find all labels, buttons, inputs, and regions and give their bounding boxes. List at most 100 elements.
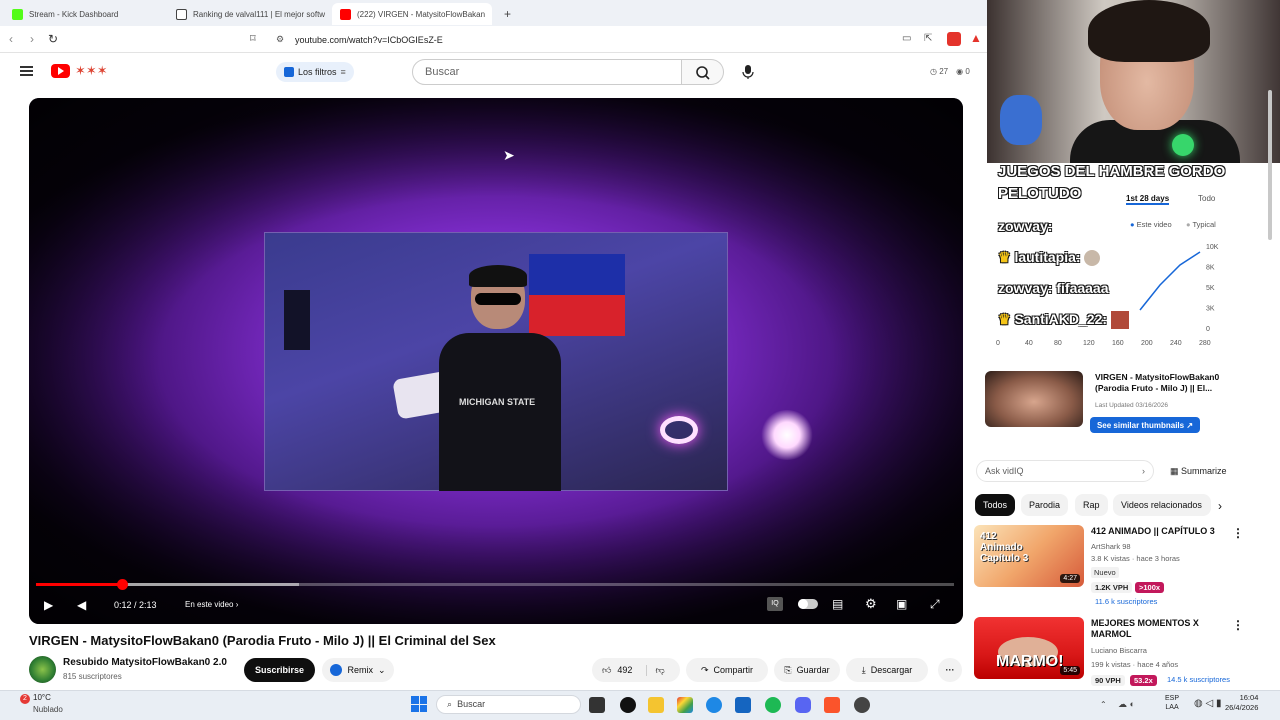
remix-button[interactable]: Remix ⌄ [322,658,394,682]
forward-icon[interactable]: › [30,32,34,46]
tray-chevron-icon[interactable]: ⌃ [1100,700,1107,709]
search-input[interactable]: Buscar [412,59,682,85]
ask-vidiq-input[interactable]: Ask vidIQ › [976,460,1154,482]
chat-user: lautitapia: [1014,249,1081,265]
mouse-cursor-icon: ➤ [503,147,515,163]
range-tab-28days[interactable]: 1st 28 days [1126,194,1170,205]
discord-icon[interactable] [795,697,811,713]
voice-search-icon[interactable] [739,63,757,81]
bookmark-icon[interactable]: ⌑ [250,32,256,45]
vidiq-card-title[interactable]: VIRGEN - MatysitoFlowBakan0 (Parodia Fru… [1095,372,1235,394]
miniplayer-icon[interactable]: ▣ [896,597,907,611]
rec-thumbnail[interactable]: MARMO! 5:45 [974,617,1084,679]
chips-next-icon[interactable]: › [1218,499,1222,513]
spotify-icon[interactable] [765,697,781,713]
filters-label: Los filtros [298,67,337,77]
chat-text: fifaaaaa [1056,280,1109,296]
brave-shield-icon[interactable] [947,32,961,46]
play-icon[interactable]: ▶ [44,598,53,612]
vidiq-card-thumbnail[interactable] [985,371,1083,427]
edge-icon[interactable] [706,697,722,713]
new-tab-button[interactable]: + [496,3,516,25]
chip-parodia[interactable]: Parodia [1021,494,1069,516]
download-icon: ⤓ [861,664,866,675]
tab-youtube[interactable]: (222) VIRGEN - MatysitoFlowBakan ✕ [332,3,492,25]
vidiq-icon [284,67,294,77]
rec-title[interactable]: 412 ANIMADO || CAPÍTULO 3 [1091,526,1231,537]
brave-icon[interactable] [824,697,840,713]
chip-rap[interactable]: Rap [1075,494,1108,516]
windows-start-icon[interactable] [411,696,427,712]
address-bar[interactable]: youtube.com/watch?v=ICbOGIEsZ-E [275,31,795,49]
like-dislike-group: 👍︎ 492 👎︎ [592,658,680,682]
close-tab-icon[interactable]: ✕ [491,9,492,20]
share-label: Compartir [713,665,754,675]
lang-line2: LAA [1165,704,1179,711]
autoplay-toggle[interactable] [798,599,818,609]
rec-thumbnail[interactable]: 412 Animado Capítulo 3 4:27 [974,525,1084,587]
language-indicator[interactable]: ESP LAA [1165,694,1179,712]
progress-fill [36,583,122,586]
rec-title[interactable]: MEJORES MOMENTOS X MARMOL [1091,618,1231,640]
browser-tab-bar: Stream - Kick Dashboard Ranking de valva… [0,0,988,26]
search-placeholder: Buscar [425,66,460,78]
tray-icons[interactable]: ☁ ◐ [1118,699,1135,710]
screen-icon[interactable]: ▭ [902,33,911,44]
clock-stat: ◷ 27 [930,67,949,76]
network-volume-icons[interactable]: ◍ ◁ ▮ [1194,698,1221,709]
page-scrollbar[interactable] [1268,90,1272,240]
subscribe-button[interactable]: Suscribirse [244,658,315,682]
channel-avatar[interactable] [29,656,56,683]
summarize-button[interactable]: ▦ Summarize [1170,466,1227,477]
chip-todos[interactable]: Todos [975,494,1016,516]
weather-temp[interactable]: 10°C [33,693,51,702]
rec-menu-icon[interactable]: ⋮ [1232,526,1244,540]
doodle-logo-icon[interactable]: ✶✶✶ [75,63,108,79]
app-icon[interactable] [854,697,870,713]
search-button[interactable] [682,59,724,85]
rec-channel[interactable]: ArtShark 98 [1091,542,1131,551]
share-page-icon[interactable]: ⇱ [924,33,932,44]
obs-icon[interactable] [620,697,636,713]
share-button[interactable]: ↷ Compartir [686,658,768,682]
similar-thumbnails-button[interactable]: See similar thumbnails ↗ [1090,417,1200,433]
crown-badge-icon: ♛ [998,249,1011,265]
chapter-button[interactable]: En este video › [185,600,238,609]
tab-title: Ranking de valval111 | El mejor softw [193,9,326,19]
subtitles-icon[interactable]: ▤ [832,597,843,611]
fullscreen-icon[interactable]: ⤢ [930,597,940,612]
rec-menu-icon[interactable]: ⋮ [1232,618,1244,632]
menu-icon[interactable] [20,66,33,76]
file-explorer-icon[interactable] [648,697,664,713]
channel-name[interactable]: Resubido MatysitoFlowBakan0 2.0 [63,657,227,668]
taskbar-search[interactable]: ⌕ Buscar [436,695,581,714]
youtube-logo-icon[interactable] [51,64,70,78]
save-button[interactable]: ⎘ Guardar [774,658,840,682]
settings-icon[interactable]: ⚙ [865,596,877,612]
dislike-icon[interactable]: 👎︎ [646,664,665,676]
brave-rewards-icon[interactable]: ▲ [970,31,982,45]
clock[interactable]: 16:04 26/4/2026 [1225,693,1258,713]
search-icon [696,66,710,80]
progress-scrubber[interactable] [117,579,128,590]
tab-ranking[interactable]: Ranking de valval111 | El mejor softw [168,3,328,25]
vidiq-stats: ◷ 27 ◉ 0 [930,67,970,76]
rec-channel[interactable]: Luciano Biscarra [1091,646,1147,655]
rec-meta: 199 k vistas · hace 4 años [1091,660,1179,669]
chip-related[interactable]: Videos relacionados [1113,494,1211,516]
volume-icon[interactable]: ◀︎ [77,598,86,612]
more-actions-button[interactable]: ··· [938,658,962,682]
reload-icon[interactable]: ↻ [48,32,58,46]
store-icon[interactable] [735,697,751,713]
like-icon[interactable]: 👍︎ [602,665,611,676]
tab-kick[interactable]: Stream - Kick Dashboard [4,3,164,25]
task-view-icon[interactable] [589,697,605,713]
last-updated: Last Updated 03/16/2026 [1095,402,1169,409]
download-button[interactable]: ⤓ Descargar [846,658,928,682]
range-tab-all[interactable]: Todo [1198,194,1215,203]
vidiq-filters-button[interactable]: Los filtros ≡ [276,62,354,82]
send-arrow-icon[interactable]: › [1142,466,1145,476]
vidiq-player-icon[interactable]: IQ [767,597,783,611]
chrome-icon[interactable] [677,697,693,713]
back-icon[interactable]: ‹ [9,32,13,46]
